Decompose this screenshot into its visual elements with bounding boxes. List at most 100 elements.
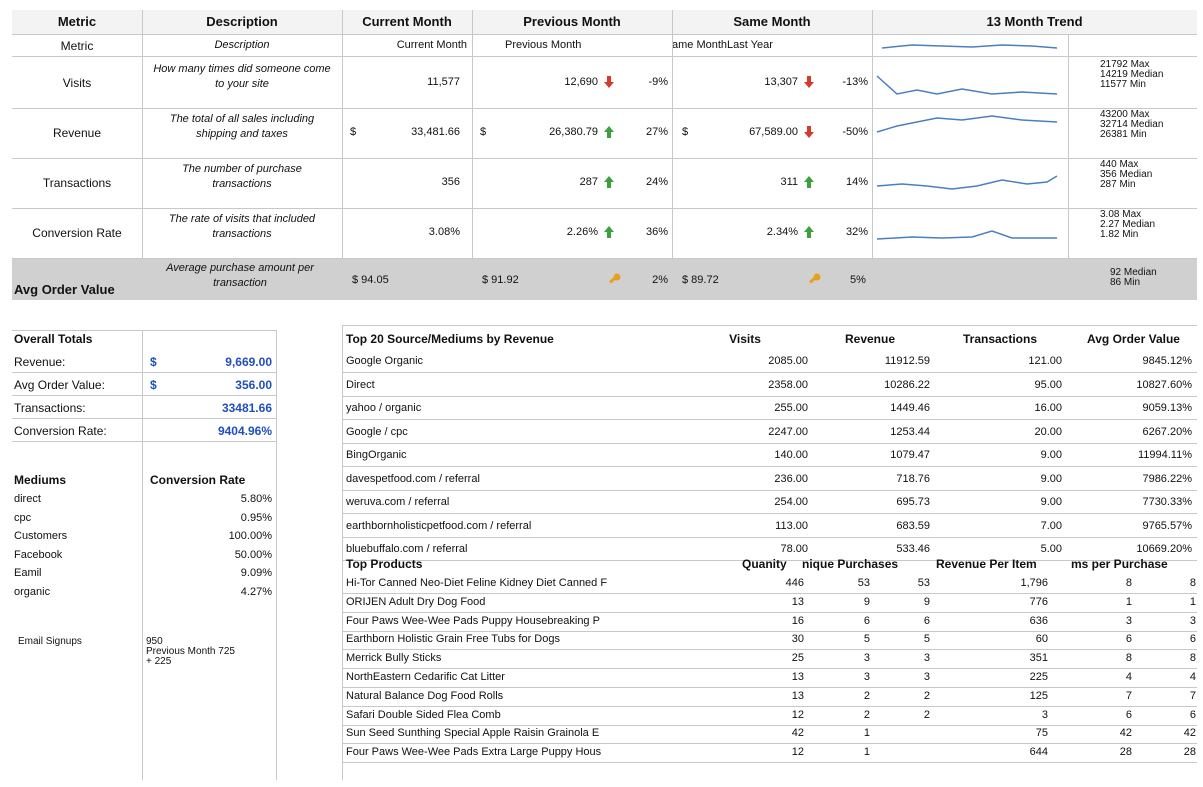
product-value: 53 (917, 577, 930, 589)
metric-same: 2.34% (766, 226, 798, 238)
source-value: 2247.00 (768, 425, 808, 438)
product-value: 5 (863, 633, 870, 646)
subheader-metric: Metric (60, 39, 94, 53)
source-value: 10286.22 (884, 378, 930, 391)
source-value: 7.00 (1040, 519, 1062, 532)
source-value: 11994.11% (1137, 449, 1192, 461)
metric-name: Transactions (42, 176, 112, 190)
product-value: 636 (1029, 614, 1048, 627)
source-value: 718.76 (896, 472, 930, 485)
product-value: 6 (1125, 633, 1132, 646)
overall-label: Revenue: (14, 355, 66, 369)
products-header-revenue: Revenue Per Item (936, 557, 1037, 571)
product-value: 3 (1189, 614, 1196, 627)
medium-name: cpc (14, 511, 32, 524)
metric-stats: 21792 Max 14219 Median 11577 Min (1100, 59, 1164, 90)
product-value: 1 (863, 746, 870, 759)
source-name: bluebuffalo.com / referral (346, 543, 468, 555)
metric-previous: 287 (579, 176, 598, 188)
product-name: Safari Double Sided Flea Comb (346, 708, 501, 721)
currency-symbol: $ (480, 126, 487, 138)
source-name: BingOrganic (346, 449, 407, 461)
product-name: Hi-Tor Canned Neo-Diet Feline Kidney Die… (346, 577, 608, 589)
medium-rate: 100.00% (228, 530, 272, 542)
metric-description: The number of purchase transactions (182, 163, 302, 190)
source-value: 6267.20% (1142, 425, 1192, 438)
metric-current: 356 (441, 176, 460, 188)
product-value: 30 (791, 633, 804, 646)
arrow-down-icon (803, 125, 815, 139)
source-value: 95.00 (1034, 378, 1062, 391)
products-header-title: Top Products (346, 557, 423, 571)
source-value: 255.00 (774, 402, 808, 414)
product-name: ORIJEN Adult Dry Dog Food (346, 595, 486, 608)
source-value: 20.00 (1034, 425, 1062, 438)
aov-same: $ 89.72 (682, 274, 719, 286)
product-value: 6 (1125, 708, 1132, 721)
metric-prev-pct: 27% (645, 126, 668, 138)
product-value: 8 (1125, 652, 1132, 665)
product-name: Four Paws Wee-Wee Pads Extra Large Puppy… (346, 746, 602, 759)
product-name: Merrick Bully Sticks (346, 652, 442, 665)
metric-same: 13,307 (764, 76, 798, 88)
source-value: 16.00 (1034, 402, 1062, 414)
email-label: Email Signups (18, 636, 82, 647)
product-value: 3 (863, 652, 870, 665)
product-value: 9 (863, 595, 870, 608)
metric-stats: 440 Max 356 Median 287 Min (1100, 159, 1153, 190)
product-name: Earthborn Holistic Grain Free Tubs for D… (346, 633, 560, 646)
product-value: 7 (1189, 689, 1196, 702)
source-name: Google Organic (346, 355, 424, 367)
source-value: 9845.12% (1142, 355, 1192, 367)
metric-name: Conversion Rate (32, 226, 122, 240)
aov-prev-pct: 2% (652, 274, 668, 286)
metric-prev-pct: 36% (645, 226, 668, 238)
metric-previous: 2.26% (566, 226, 598, 238)
source-name: weruva.com / referral (346, 496, 450, 508)
sources-header-cell: Top 20 Source/Mediums by Revenue (346, 332, 554, 346)
mediums-rate-header: Conversion Rate (150, 473, 246, 487)
products-header-unique: nique Purchases (802, 557, 899, 571)
metric-same-pct: -13% (842, 76, 868, 88)
source-value: 236.00 (774, 472, 808, 485)
product-value: 28 (1119, 746, 1132, 759)
source-value: 121.00 (1028, 355, 1062, 367)
overall-title: Overall Totals (14, 332, 93, 346)
medium-name: organic (14, 585, 51, 598)
source-value: 7730.33% (1142, 496, 1192, 508)
sparkline-metric-header (881, 44, 1058, 49)
source-value: 10669.20% (1136, 543, 1192, 555)
medium-rate: 4.27% (240, 585, 272, 598)
product-value: 5 (923, 633, 930, 646)
source-value: 7986.22% (1142, 472, 1192, 485)
product-name: NorthEastern Cedarific Cat Litter (346, 671, 505, 683)
metric-description: The rate of visits that included transac… (168, 213, 316, 240)
product-value: 1 (1189, 595, 1196, 608)
medium-rate: 50.00% (234, 548, 272, 561)
product-value: 3 (863, 671, 870, 683)
overall-value: 9,669.00 (225, 355, 272, 369)
source-value: 9765.57% (1142, 519, 1192, 532)
metric-name: Revenue (52, 126, 102, 140)
product-value: 776 (1029, 595, 1048, 608)
currency-symbol: $ (350, 126, 357, 138)
metric-current: 11,577 (427, 76, 460, 88)
arrow-up-icon (603, 225, 615, 239)
product-value: 2 (923, 689, 930, 702)
source-name: earthbornholisticpetfood.com / referral (346, 519, 532, 532)
overall-label: Avg Order Value: (14, 378, 105, 392)
aov-previous: $ 91.92 (482, 274, 519, 286)
product-value: 2 (863, 689, 870, 702)
product-value: 3 (1125, 614, 1132, 627)
product-value: 13 (791, 595, 804, 608)
source-value: 9059.13% (1142, 402, 1192, 414)
metric-stats: 43200 Max 32714 Median 26381 Min (1100, 109, 1164, 140)
email-note-diff: + 225 (146, 656, 172, 667)
product-value: 351 (1029, 652, 1048, 665)
arrow-up-icon (803, 225, 815, 239)
header-previous: Previous Month (523, 14, 621, 29)
aov-same-pct: 5% (850, 274, 866, 286)
source-name: davespetfood.com / referral (346, 472, 480, 485)
product-value: 8 (1125, 577, 1132, 589)
medium-name: Customers (14, 530, 68, 542)
